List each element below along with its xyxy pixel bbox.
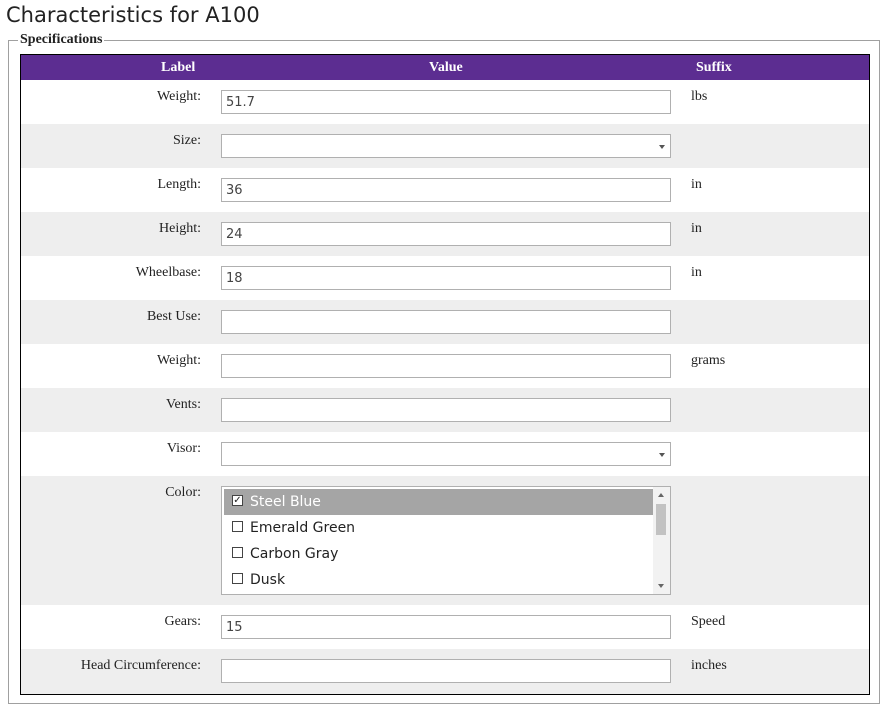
field-suffix: in	[691, 221, 702, 236]
field-label: Height:	[159, 221, 201, 236]
vents-input[interactable]	[221, 398, 671, 422]
option-label: Carbon Gray	[250, 546, 339, 562]
weight-grams-input[interactable]	[221, 354, 671, 378]
specifications-table: Label Value Suffix Weight: 51.7 lbs Size…	[20, 54, 870, 695]
table-row: Vents:	[21, 388, 869, 432]
color-option-dusk[interactable]: Dusk	[224, 567, 653, 593]
listbox-scrollbar[interactable]	[653, 487, 670, 594]
color-option-steel-blue[interactable]: ✓ Steel Blue	[224, 489, 653, 515]
table-row: Best Use:	[21, 300, 869, 344]
table-row: Gears: 15 Speed	[21, 605, 869, 649]
field-label: Head Circumference:	[80, 658, 201, 673]
field-label: Size:	[173, 133, 201, 148]
fieldset-legend: Specifications	[18, 31, 105, 49]
chevron-down-icon	[659, 145, 665, 149]
height-input[interactable]: 24	[221, 222, 671, 246]
weight-input[interactable]: 51.7	[221, 90, 671, 114]
head-circumference-input[interactable]	[221, 659, 671, 683]
field-suffix: Speed	[691, 614, 726, 629]
best-use-input[interactable]	[221, 310, 671, 334]
option-label: Emerald Green	[250, 520, 356, 536]
table-row: Weight: 51.7 lbs	[21, 80, 869, 124]
field-label: Wheelbase:	[135, 265, 201, 280]
checkbox-unchecked[interactable]	[232, 521, 243, 532]
visor-select[interactable]	[221, 442, 671, 466]
color-checklist[interactable]: ✓ Steel Blue Emerald Green Carbon Gray D…	[221, 486, 671, 595]
field-label: Weight:	[157, 353, 201, 368]
field-label: Best Use:	[146, 309, 201, 324]
length-input[interactable]: 36	[221, 178, 671, 202]
table-row: Size:	[21, 124, 869, 168]
scrollbar-thumb[interactable]	[656, 504, 666, 535]
column-header-label: Label	[161, 60, 196, 75]
field-suffix: lbs	[691, 89, 708, 104]
checkbox-unchecked[interactable]	[232, 547, 243, 558]
wheelbase-input[interactable]: 18	[221, 266, 671, 290]
field-suffix: inches	[691, 658, 727, 673]
checkbox-unchecked[interactable]	[232, 573, 243, 584]
field-label: Vents:	[166, 397, 201, 412]
table-row: Head Circumference: inches	[21, 649, 869, 694]
option-label: Steel Blue	[250, 494, 321, 510]
table-row: Weight: grams	[21, 344, 869, 388]
page-title: Characteristics for A100	[6, 3, 260, 27]
table-row: Length: 36 in	[21, 168, 869, 212]
column-header-suffix: Suffix	[696, 60, 732, 75]
chevron-down-icon	[659, 453, 665, 457]
field-label: Visor:	[166, 441, 201, 456]
option-label: Dusk	[250, 572, 286, 588]
scroll-up-arrow-icon[interactable]	[658, 493, 664, 497]
field-label: Color:	[165, 485, 201, 500]
field-suffix: grams	[691, 353, 726, 368]
column-header-value: Value	[429, 60, 463, 75]
field-suffix: in	[691, 265, 702, 280]
size-select[interactable]	[221, 134, 671, 158]
table-row: Wheelbase: 18 in	[21, 256, 869, 300]
table-header: Label Value Suffix	[21, 55, 869, 80]
scroll-down-arrow-icon[interactable]	[658, 584, 664, 588]
gears-input[interactable]: 15	[221, 615, 671, 639]
checkbox-checked[interactable]: ✓	[232, 495, 243, 506]
field-label: Length:	[157, 177, 201, 192]
color-option-emerald-green[interactable]: Emerald Green	[224, 515, 653, 541]
field-label: Weight:	[157, 89, 201, 104]
table-row: Color: ✓ Steel Blue Emerald Green Carbon…	[21, 476, 869, 605]
table-row: Height: 24 in	[21, 212, 869, 256]
color-option-carbon-gray[interactable]: Carbon Gray	[224, 541, 653, 567]
field-suffix: in	[691, 177, 702, 192]
field-label: Gears:	[164, 614, 201, 629]
table-row: Visor:	[21, 432, 869, 476]
